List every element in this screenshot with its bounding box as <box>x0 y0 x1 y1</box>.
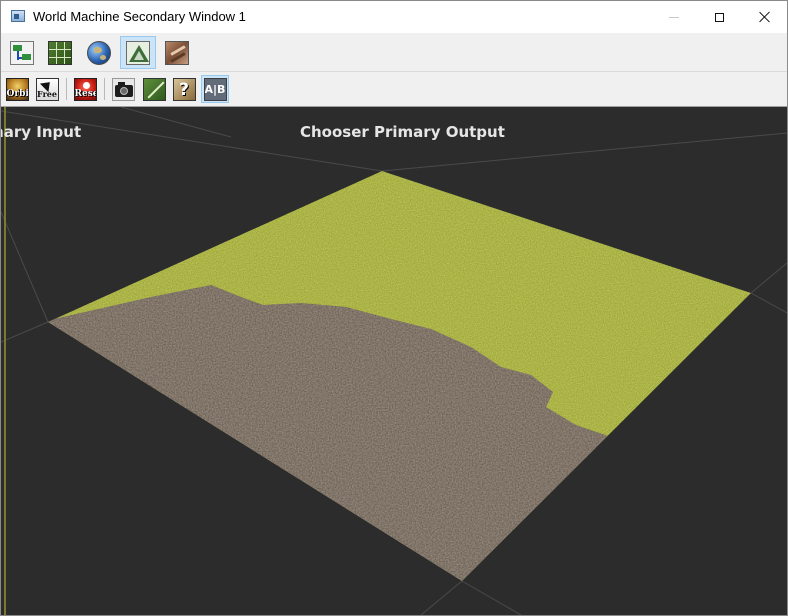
3d-preview-button[interactable] <box>120 36 156 69</box>
minimize-button[interactable] <box>651 1 697 33</box>
layout-grid-icon <box>48 40 72 65</box>
workflow-icon <box>10 40 34 65</box>
title-bar[interactable]: World Machine Secondary Window 1 <box>1 1 787 33</box>
3d-viewport[interactable]: imary Input Chooser Primary Output <box>1 107 787 615</box>
free-label: Free <box>37 88 57 99</box>
wireframe-button[interactable] <box>140 75 168 103</box>
wireframe-icon <box>142 77 166 101</box>
maximize-button[interactable] <box>696 1 742 33</box>
layout-view-button[interactable] <box>42 36 78 69</box>
camera-icon <box>111 77 135 101</box>
camera-toolbar: Orbit Free Reset <box>1 72 787 107</box>
maximize-icon <box>714 12 724 22</box>
toolbar-separator <box>104 78 105 100</box>
window-title: World Machine Secondary Window 1 <box>33 9 246 24</box>
snapshot-button[interactable] <box>109 75 137 103</box>
view-toolbar <box>1 33 787 72</box>
world-view-button[interactable] <box>81 36 117 69</box>
close-button[interactable] <box>742 1 787 33</box>
orbit-camera-button[interactable]: Orbit <box>3 75 31 103</box>
secondary-window: World Machine Secondary Window 1 Orbi Fr… <box>0 0 788 616</box>
toolbar-separator <box>66 78 67 100</box>
minimize-icon <box>669 16 679 18</box>
free-camera-button[interactable]: Free <box>33 75 61 103</box>
free-camera-icon: Free <box>35 77 59 101</box>
viewport-edge <box>4 107 6 615</box>
reset-camera-button[interactable]: Reset <box>71 75 99 103</box>
ab-compare-icon: A|B <box>203 77 227 101</box>
texture-view-button[interactable] <box>159 36 195 69</box>
ab-compare-button[interactable]: A|B <box>201 75 229 103</box>
terrain-3d-icon <box>126 40 150 65</box>
workflow-view-button[interactable] <box>4 36 40 69</box>
help-icon: ? <box>172 77 196 101</box>
reset-label: Reset <box>74 88 96 99</box>
terrain-mesh <box>48 171 751 581</box>
app-window-icon <box>11 10 25 22</box>
reset-icon: Reset <box>73 77 97 101</box>
primary-output-label: Chooser Primary Output <box>300 123 505 141</box>
ab-compare-label: A|B <box>204 82 226 96</box>
viewport-scene <box>1 107 787 615</box>
texture-icon <box>165 40 189 65</box>
globe-icon <box>87 40 111 65</box>
orbit-label: Orbit <box>6 88 29 99</box>
primary-input-label: imary Input <box>1 123 82 141</box>
help-button[interactable]: ? <box>170 75 198 103</box>
orbit-icon: Orbit <box>5 77 29 101</box>
close-icon <box>759 11 771 23</box>
